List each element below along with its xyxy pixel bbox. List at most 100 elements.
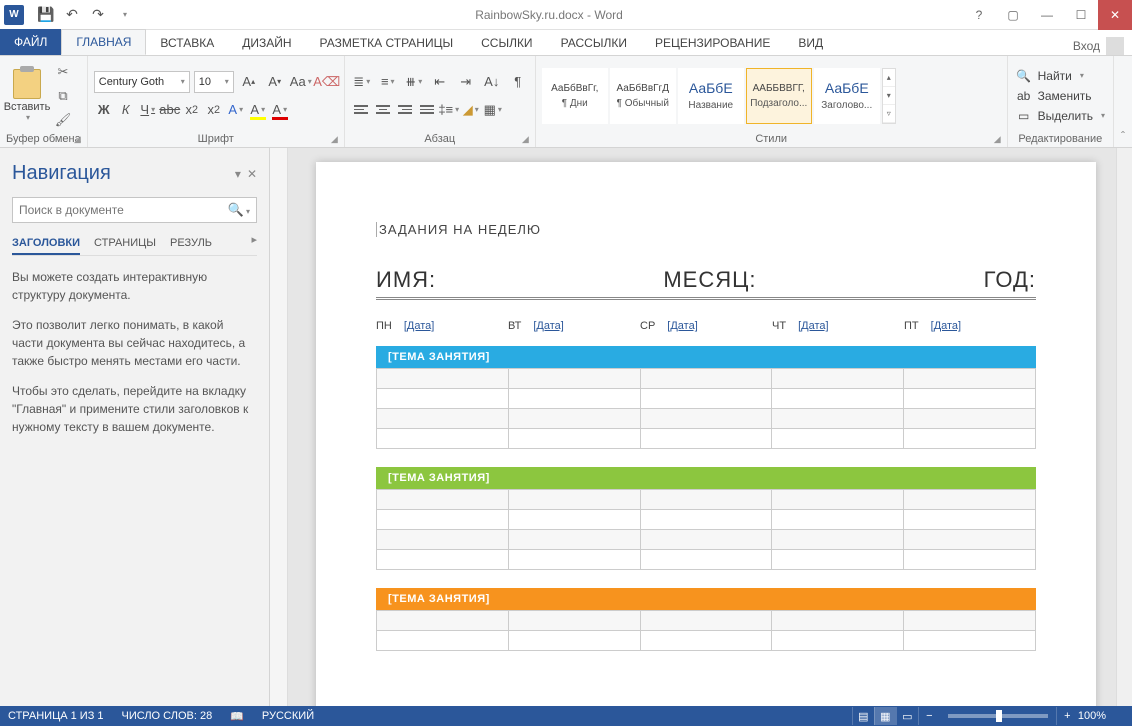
nav-search-input[interactable] — [19, 203, 228, 217]
sb-proof-icon[interactable]: 📖 — [230, 710, 244, 723]
navpane-close-icon[interactable]: ✕ — [247, 167, 257, 181]
help-icon[interactable]: ? — [962, 0, 996, 30]
sb-words[interactable]: ЧИСЛО СЛОВ: 28 — [122, 710, 213, 722]
chevron-down-icon[interactable]: ▾ — [883, 87, 895, 105]
nav-tab-pages[interactable]: СТРАНИЦЫ — [94, 233, 156, 255]
launcher-icon[interactable]: ◢ — [522, 134, 529, 145]
superscript-button[interactable]: x2 — [204, 99, 224, 121]
decrease-indent-icon[interactable]: ⇤ — [429, 71, 451, 93]
launcher-icon[interactable]: ◢ — [331, 134, 338, 145]
launcher-icon[interactable]: ◢ — [74, 134, 81, 145]
launcher-icon[interactable]: ◢ — [994, 134, 1001, 145]
view-read-icon[interactable]: ▤ — [852, 707, 874, 725]
zoom-out-icon[interactable]: − — [918, 707, 940, 725]
style-item-4[interactable]: АаБбЕЗаголово... — [814, 68, 880, 124]
grow-font-icon[interactable]: A▴ — [238, 71, 260, 93]
format-painter-icon[interactable]: 🖌 — [52, 111, 74, 129]
tab-view[interactable]: ВИД — [784, 31, 837, 55]
maximize-icon[interactable]: ☐ — [1064, 0, 1098, 30]
font-color-icon[interactable]: A▾ — [270, 99, 290, 121]
navpane-menu-icon[interactable]: ▾ — [235, 167, 241, 181]
redo-icon[interactable]: ↷ — [86, 3, 110, 27]
styles-scroll[interactable]: ▴▾▿ — [882, 68, 896, 124]
tab-layout[interactable]: РАЗМЕТКА СТРАНИЦЫ — [306, 31, 468, 55]
increase-indent-icon[interactable]: ⇥ — [455, 71, 477, 93]
account-login[interactable]: Вход — [1073, 37, 1132, 55]
tab-home[interactable]: ГЛАВНАЯ — [61, 29, 146, 55]
sb-language[interactable]: РУССКИЙ — [262, 710, 314, 722]
change-case-icon[interactable]: Aa▾ — [290, 71, 312, 93]
font-size-combo[interactable]: 10▾ — [194, 71, 234, 93]
tab-review[interactable]: РЕЦЕНЗИРОВАНИЕ — [641, 31, 784, 55]
zoom-value[interactable]: 100% — [1078, 710, 1106, 722]
view-web-icon[interactable]: ▭ — [896, 707, 918, 725]
replace-button[interactable]: abЗаменить — [1014, 88, 1107, 104]
font-name-value: Century Goth — [99, 76, 164, 88]
find-button[interactable]: 🔍Найти▾ — [1014, 68, 1107, 84]
text-effects-icon[interactable]: A▾ — [226, 99, 246, 121]
save-icon[interactable]: 💾 — [34, 3, 58, 27]
align-center-icon[interactable] — [373, 99, 393, 121]
underline-button[interactable]: Ч▾ — [138, 99, 158, 121]
highlight-icon[interactable]: A▾ — [248, 99, 268, 121]
minimize-icon[interactable]: — — [1030, 0, 1064, 30]
view-print-icon[interactable]: ▦ — [874, 707, 896, 725]
font-name-combo[interactable]: Century Goth▾ — [94, 71, 190, 93]
nav-tab-results[interactable]: РЕЗУЛЬ — [170, 233, 212, 255]
nav-tabs-more-icon[interactable]: ▸ — [251, 233, 257, 255]
justify-icon[interactable] — [417, 99, 437, 121]
copy-icon[interactable]: ⧉ — [52, 87, 74, 105]
cut-icon[interactable]: ✂ — [52, 63, 74, 81]
nav-search[interactable]: 🔍▾ — [12, 197, 257, 223]
document-scroll[interactable]: ЗАДАНИЯ НА НЕДЕЛЮ ИМЯ: МЕСЯЦ: ГОД: ПН[Да… — [288, 148, 1116, 706]
tab-design[interactable]: ДИЗАЙН — [228, 31, 305, 55]
select-button[interactable]: ▭Выделить▾ — [1014, 108, 1107, 124]
zoom-slider[interactable] — [948, 714, 1048, 718]
qat-customize-icon[interactable]: ▾ — [112, 3, 136, 27]
multilevel-icon[interactable]: ⧻▾ — [403, 71, 425, 93]
tab-references[interactable]: ССЫЛКИ — [467, 31, 546, 55]
vertical-ruler[interactable] — [270, 148, 288, 706]
show-marks-icon[interactable]: ¶ — [507, 71, 529, 93]
sort-icon[interactable]: A↓ — [481, 71, 503, 93]
shrink-font-icon[interactable]: A▾ — [264, 71, 286, 93]
shading-icon[interactable]: ◢▾ — [461, 99, 481, 121]
sb-page[interactable]: СТРАНИЦА 1 ИЗ 1 — [8, 710, 104, 722]
align-right-icon[interactable] — [395, 99, 415, 121]
schedule-grid-1[interactable] — [376, 368, 1036, 449]
expand-gallery-icon[interactable]: ▿ — [883, 105, 895, 123]
bullets-icon[interactable]: ≣▾ — [351, 71, 373, 93]
schedule-grid-2[interactable] — [376, 489, 1036, 570]
collapse-ribbon-icon[interactable]: ˆ — [1114, 56, 1132, 147]
align-left-icon[interactable] — [351, 99, 371, 121]
schedule-grid-3[interactable] — [376, 610, 1036, 651]
chevron-up-icon[interactable]: ▴ — [883, 69, 895, 87]
title-bar: W 💾 ↶ ↷ ▾ RainbowSky.ru.docx - Word ? ▢ … — [0, 0, 1132, 30]
close-icon[interactable]: ✕ — [1098, 0, 1132, 30]
bold-button[interactable]: Ж — [94, 99, 114, 121]
style-item-3[interactable]: ААББВВГГ,Подзаголо... — [746, 68, 812, 124]
style-item-0[interactable]: АаБбВвГг,¶ Дни — [542, 68, 608, 124]
paste-button[interactable]: Вставить ▾ — [6, 66, 48, 126]
year-label: ГОД: — [984, 267, 1036, 293]
line-spacing-icon[interactable]: ‡≡▾ — [439, 99, 459, 121]
tab-file[interactable]: ФАЙЛ — [0, 29, 61, 55]
page[interactable]: ЗАДАНИЯ НА НЕДЕЛЮ ИМЯ: МЕСЯЦ: ГОД: ПН[Да… — [316, 162, 1096, 706]
subscript-button[interactable]: x2 — [182, 99, 202, 121]
clear-formatting-icon[interactable]: A⌫ — [316, 71, 338, 93]
strike-button[interactable]: abc — [160, 99, 180, 121]
vertical-scrollbar[interactable] — [1116, 148, 1132, 706]
borders-icon[interactable]: ▦▾ — [483, 99, 503, 121]
style-item-1[interactable]: АаБбВвГгД¶ Обычный — [610, 68, 676, 124]
tab-insert[interactable]: ВСТАВКА — [146, 31, 228, 55]
nav-tab-headings[interactable]: ЗАГОЛОВКИ — [12, 233, 80, 255]
font-size-value: 10 — [199, 76, 211, 88]
ribbon-display-icon[interactable]: ▢ — [996, 0, 1030, 30]
zoom-in-icon[interactable]: + — [1056, 707, 1078, 725]
italic-button[interactable]: К — [116, 99, 136, 121]
tab-mailings[interactable]: РАССЫЛКИ — [547, 31, 641, 55]
numbering-icon[interactable]: ≡▾ — [377, 71, 399, 93]
style-item-2[interactable]: АаБбЕНазвание — [678, 68, 744, 124]
search-icon[interactable]: 🔍▾ — [228, 202, 250, 218]
undo-icon[interactable]: ↶ — [60, 3, 84, 27]
